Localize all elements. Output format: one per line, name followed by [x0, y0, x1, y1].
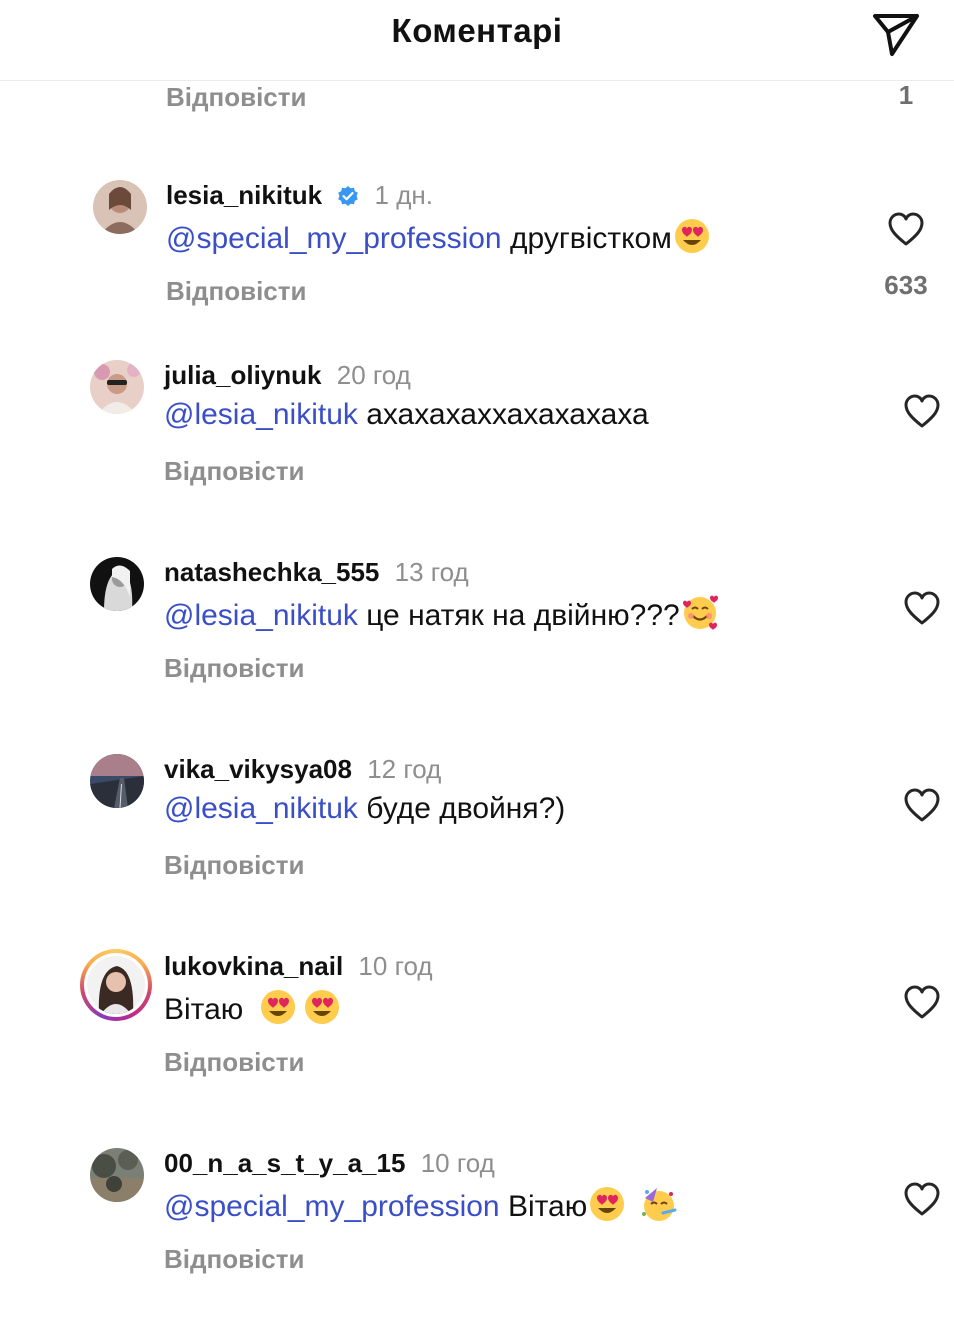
- username[interactable]: natashechka_555: [164, 557, 379, 587]
- comment-text: @lesia_nikituk це натяк на двійню???: [164, 595, 718, 633]
- username[interactable]: vika_vikysya08: [164, 754, 352, 784]
- comment-body: другвістком: [501, 222, 672, 255]
- avatar[interactable]: [90, 754, 144, 808]
- smiling-face-with-hearts-emoji-icon: [682, 595, 718, 630]
- comment-body: буде двойня?): [357, 792, 566, 825]
- comment-time: 1 дн.: [374, 180, 433, 210]
- comment-body: це натяк на двійню???: [357, 599, 680, 632]
- comment-time: 20 год: [336, 360, 411, 390]
- heart-icon[interactable]: [902, 392, 942, 432]
- mention-link[interactable]: @lesia_nikituk: [164, 792, 358, 825]
- username[interactable]: 00_n_a_s_t_y_a_15: [164, 1148, 405, 1178]
- comment-text: @special_my_profession Вітаю: [164, 1186, 677, 1224]
- comment-body: Вітаю: [164, 993, 252, 1026]
- comment-time: 10 год: [358, 951, 433, 981]
- comment-item: lesia_nikituk 1 дн. @special_my_professi…: [0, 180, 954, 360]
- like-count: 1: [898, 80, 914, 110]
- comment-body: ахахахаххахахахаха: [357, 398, 649, 431]
- header-bar: Коментарі: [0, 0, 954, 81]
- heart-eyes-emoji-icon: [304, 990, 339, 1024]
- comment-item: natashechka_555 13 год @lesia_nikituk це…: [0, 557, 954, 737]
- reply-button[interactable]: Відповісти: [164, 653, 304, 684]
- mention-link[interactable]: @lesia_nikituk: [164, 398, 358, 431]
- avatar[interactable]: [90, 557, 144, 611]
- username[interactable]: lesia_nikituk: [166, 180, 322, 210]
- comment-item: vika_vikysya08 12 год @lesia_nikituk буд…: [0, 754, 954, 934]
- comment-item: 00_n_a_s_t_y_a_15 10 год @special_my_pro…: [0, 1148, 954, 1328]
- username[interactable]: julia_oliynuk: [164, 360, 322, 390]
- reply-button[interactable]: Відповісти: [164, 1047, 304, 1078]
- comment-time: 13 год: [394, 557, 469, 587]
- comment-text: @special_my_profession другвістком: [166, 218, 710, 256]
- heart-icon[interactable]: [886, 210, 926, 250]
- comment-time: 10 год: [420, 1148, 495, 1178]
- heart-eyes-emoji-icon: [674, 219, 709, 253]
- avatar[interactable]: [93, 180, 147, 234]
- reply-button[interactable]: Відповісти: [164, 1244, 304, 1275]
- comment-body: Вітаю: [499, 1190, 588, 1223]
- comment-time: 12 год: [367, 754, 442, 784]
- heart-eyes-emoji-icon: [590, 1187, 625, 1221]
- reply-button[interactable]: Відповісти: [164, 456, 304, 487]
- send-icon[interactable]: [870, 8, 922, 60]
- reply-button[interactable]: Відповісти: [166, 82, 306, 113]
- partying-face-emoji-icon: [642, 1188, 677, 1221]
- comment-item: lukovkina_nail 10 год Вітаю Відповісти: [0, 949, 954, 1131]
- comment-item: julia_oliynuk 20 год @lesia_nikituk ахах…: [0, 360, 954, 540]
- comment-text: Вітаю: [164, 989, 340, 1027]
- heart-icon[interactable]: [902, 786, 942, 826]
- mention-link[interactable]: @special_my_profession: [164, 1190, 500, 1223]
- like-count: 633: [884, 270, 928, 300]
- story-ring-avatar[interactable]: [80, 949, 152, 1021]
- username[interactable]: lukovkina_nail: [164, 951, 343, 981]
- reply-button[interactable]: Відповісти: [164, 850, 304, 881]
- reply-button[interactable]: Відповісти: [166, 276, 306, 307]
- comment-text: @lesia_nikituk буде двойня?): [164, 792, 565, 826]
- heart-icon[interactable]: [902, 983, 942, 1023]
- heart-icon[interactable]: [902, 589, 942, 629]
- heart-icon[interactable]: [902, 1180, 942, 1220]
- mention-link[interactable]: @special_my_profession: [166, 222, 502, 255]
- comment-text: @lesia_nikituk ахахахаххахахахаха: [164, 398, 649, 432]
- verified-badge-icon: [338, 186, 359, 206]
- avatar[interactable]: [90, 360, 144, 414]
- page-title: Коментарі: [391, 12, 563, 49]
- heart-eyes-emoji-icon: [260, 990, 295, 1024]
- mention-link[interactable]: @lesia_nikituk: [164, 599, 358, 632]
- avatar[interactable]: [90, 1148, 144, 1202]
